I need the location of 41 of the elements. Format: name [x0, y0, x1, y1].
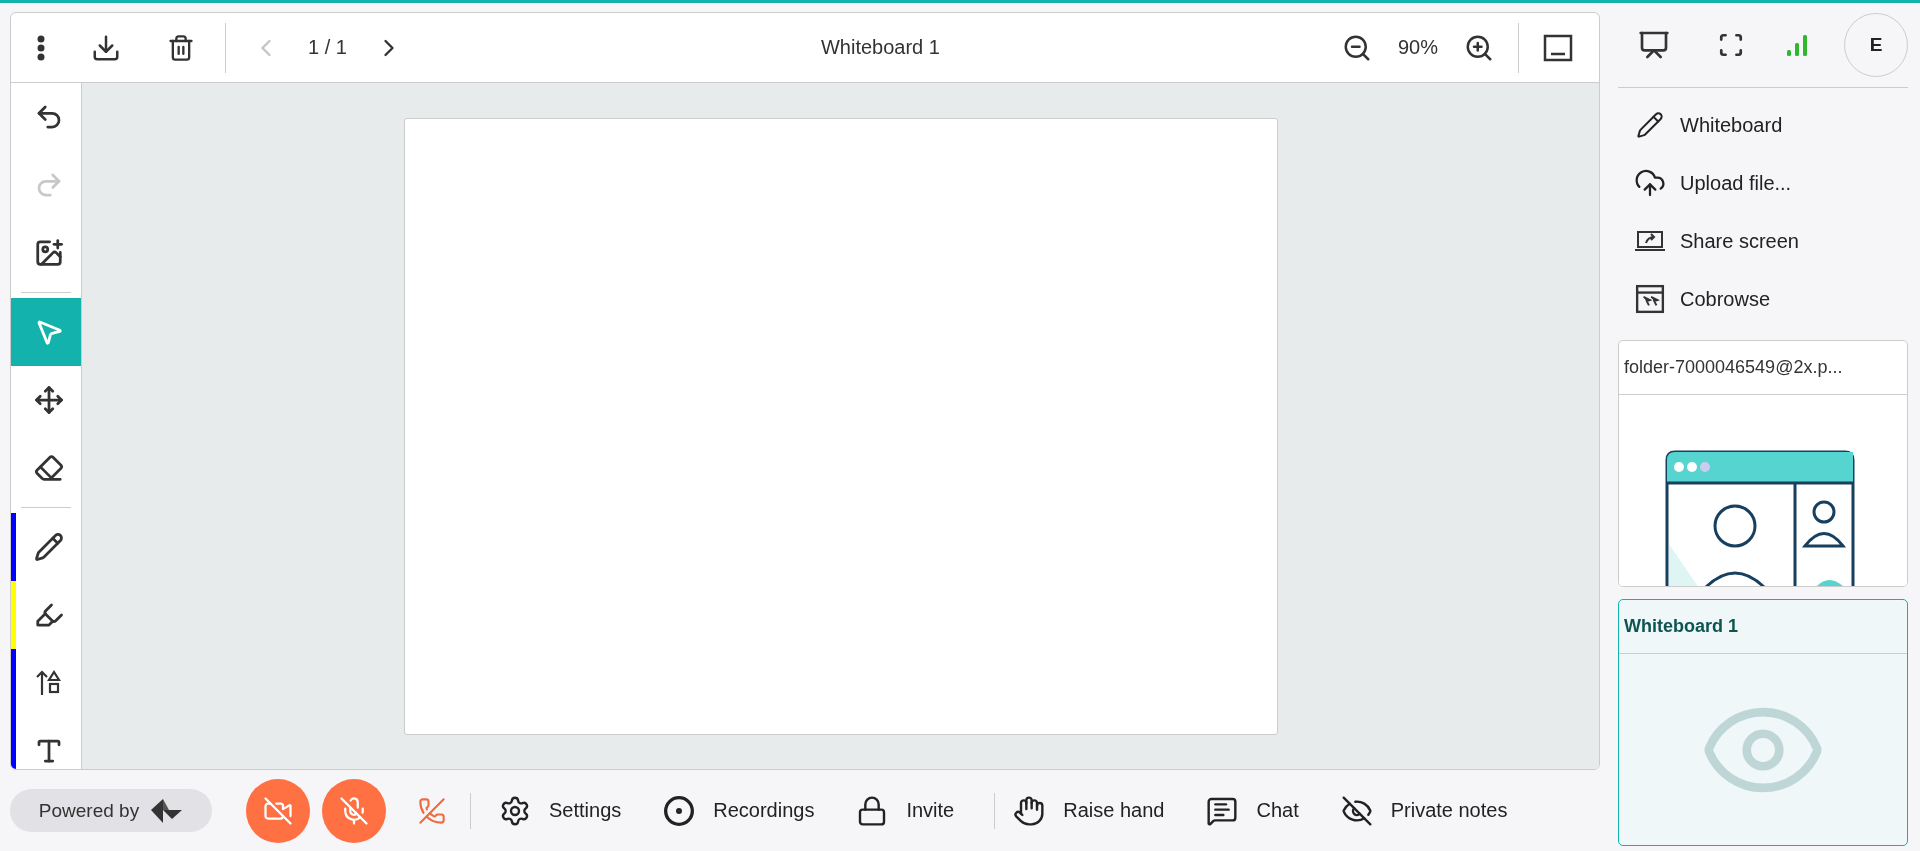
zoom-level: 90%	[1397, 36, 1438, 59]
fullscreen-icon	[1718, 32, 1744, 58]
pencil-icon	[1636, 111, 1664, 139]
toolbar-action[interactable]: Raise hand	[1003, 788, 1175, 833]
notes-icon	[1340, 794, 1373, 827]
phone-off-icon	[418, 796, 446, 825]
hand-icon	[1013, 794, 1046, 827]
toolbar-action[interactable]: Recordings	[653, 788, 825, 833]
microphone-off-icon	[339, 795, 369, 826]
browser-icon	[1635, 284, 1665, 314]
recordings-icon	[663, 794, 696, 827]
share-menu-item[interactable]: Share screen	[1618, 212, 1908, 270]
toolbar-action[interactable]: Chat	[1196, 788, 1309, 833]
board-title: Whiteboard 1	[819, 36, 941, 59]
share-menu-item[interactable]: Upload file...	[1618, 154, 1908, 212]
document-card[interactable]: Whiteboard 1	[1618, 599, 1908, 846]
cloud-upload-icon	[1634, 167, 1666, 199]
logo-icon	[149, 797, 184, 824]
document-title: Whiteboard 1	[1619, 600, 1907, 654]
panel-icon	[1543, 33, 1573, 62]
share-menu-item[interactable]: Whiteboard	[1618, 96, 1908, 154]
eraser-icon	[33, 453, 64, 483]
toolbar-action[interactable]: Invite	[846, 788, 965, 833]
image-icon	[33, 238, 64, 268]
share-menu-item[interactable]: Cobrowse	[1618, 270, 1908, 328]
pencil-icon	[33, 532, 64, 562]
move-icon	[33, 385, 64, 415]
presentation-icon	[1638, 29, 1670, 61]
toolbar-action[interactable]: Settings	[489, 788, 632, 833]
settings-icon	[499, 794, 531, 827]
more-icon	[37, 34, 45, 61]
document-card[interactable]: folder-7000046549@2x.p...	[1618, 340, 1908, 587]
trash-icon	[167, 33, 195, 62]
signal-icon	[1786, 33, 1808, 57]
page-counter: 1 / 1	[308, 36, 347, 59]
camera-off-icon	[263, 795, 293, 826]
shapes-icon	[34, 669, 63, 697]
laptop-icon	[1634, 228, 1666, 254]
toolbar-action[interactable]: Private notes	[1330, 788, 1518, 833]
user-avatar[interactable]: E	[1844, 13, 1908, 77]
powered-by-text: Powered by	[38, 799, 140, 822]
